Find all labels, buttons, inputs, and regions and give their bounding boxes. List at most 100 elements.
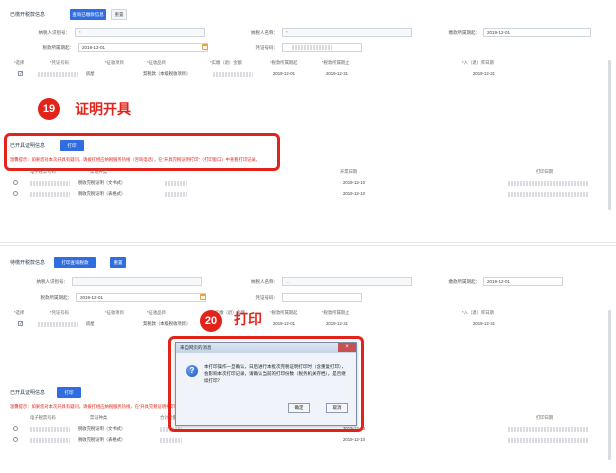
query-button[interactable]: 查询已缴款信息	[70, 9, 106, 20]
voucher-label: 凭证号码：	[255, 45, 279, 50]
payment-date-input[interactable]: 2019-12-01	[483, 277, 563, 286]
header-select: *选择	[14, 310, 25, 315]
cell-ticket-type: 税收完税证明（表格式）	[78, 437, 126, 442]
cell-issue-date: 2019-12-10	[343, 180, 365, 185]
cell-period-end: 2019-12-31	[326, 71, 348, 76]
header-print-date: 打印日期	[536, 415, 554, 420]
cell-item: 房屋	[86, 321, 95, 326]
taxpayer-id-input[interactable]	[72, 277, 202, 286]
taxpayer-name-input[interactable]: *	[282, 28, 412, 37]
payment-date-label: 缴款所属期起：	[448, 279, 481, 284]
cell-ticket-type: 税收完税证明（表格式）	[78, 191, 126, 196]
taxpayer-name-label: 纳税人名称：	[251, 279, 278, 284]
highlight-frame	[4, 133, 280, 171]
dialog-message: 本打印操作一旦确认，日后进行本批次完税证明打印时（含重复打印），会影响本次打印记…	[204, 364, 346, 383]
row-radio[interactable]	[13, 437, 18, 442]
header-select: *选择	[14, 60, 25, 65]
header-subitem: *征收品目	[147, 310, 166, 315]
cell-period-start: 2019-12-01	[273, 321, 295, 326]
print-query-button[interactable]: 打印查询税款	[54, 257, 96, 268]
cell-ticket-type: 税收完税证明（文书式）	[78, 426, 126, 431]
voucher-input[interactable]	[282, 293, 362, 302]
dialog-cancel-button[interactable]: 取消	[326, 403, 348, 413]
taxpayer-name-input[interactable]: ...	[282, 277, 412, 286]
row-checkbox[interactable]: ✓	[18, 321, 23, 327]
redacted-ticket	[30, 181, 70, 186]
redacted-print	[508, 181, 588, 186]
redacted-voucher	[38, 72, 78, 77]
period-start-label: 税款所属期起：	[42, 45, 75, 50]
redacted-print	[508, 427, 588, 432]
confirm-dialog: 来自网页的消息 × ? 本打印操作一旦确认，日后进行本批次完税证明打印时（含重复…	[175, 342, 357, 426]
cell-item: 房屋	[86, 71, 95, 76]
redacted-ticket	[30, 192, 70, 197]
redacted-print	[508, 192, 588, 197]
cell-issue-date: 2019-12-10	[343, 191, 365, 196]
step-20-caption: 打印	[234, 311, 262, 327]
scrollbar[interactable]	[608, 60, 611, 210]
table-header	[8, 58, 608, 68]
print-cert-button[interactable]: 打印	[60, 140, 84, 151]
dialog-ok-button[interactable]: 确定	[288, 403, 310, 413]
cell-issue-date: 2019-12-10	[343, 437, 365, 442]
row-radio[interactable]	[13, 426, 18, 431]
dialog-title-bar: 来自网页的消息 ×	[176, 343, 356, 353]
voucher-label: 凭证号码：	[255, 295, 279, 300]
redacted-text	[292, 45, 332, 50]
dialog-title: 来自网页的消息	[180, 345, 212, 350]
reset-button[interactable]: 重置	[110, 257, 126, 268]
period-start-input[interactable]: 2019-12-01	[78, 43, 208, 52]
header-ticket-type: 票证种类	[90, 169, 108, 174]
section-title-paid: 已缴开税款信息	[10, 12, 46, 18]
calendar-icon[interactable]	[200, 294, 206, 300]
cell-subitem: 契税款（本级税收项目）	[143, 71, 191, 76]
header-storage-date: *入（退）库日期	[462, 60, 494, 65]
step-20-badge: 20	[200, 310, 222, 332]
taxpayer-id-input[interactable]: *	[75, 28, 205, 37]
payment-date-label: 缴款所属期起：	[448, 30, 481, 35]
calendar-icon[interactable]	[202, 44, 208, 50]
header-ticket-type: 票证种类	[90, 415, 108, 420]
scrollbar[interactable]	[608, 310, 611, 460]
cell-storage-date: 2019-12-31	[473, 71, 495, 76]
redacted-ticket	[30, 438, 70, 443]
header-voucher: *凭证号码	[50, 60, 69, 65]
section-title-pending: 待缴开税款信息	[10, 260, 46, 266]
header-subitem: *征收品目	[147, 60, 166, 65]
section-title-cert: 已开具证明信息	[10, 143, 46, 149]
cell-period-end: 2019-12-31	[326, 321, 348, 326]
header-ticket-no: 电子税票号码	[30, 415, 56, 420]
cell-period-start: 2019-12-01	[273, 71, 295, 76]
row-checkbox[interactable]: ✓	[18, 71, 23, 77]
redacted-amount	[165, 192, 187, 197]
row-radio[interactable]	[13, 180, 18, 185]
payment-date-input[interactable]: 2019-12-01	[483, 28, 591, 37]
header-print-date: 打印日期	[536, 169, 554, 174]
header-period-end: *税款所属期止	[322, 60, 350, 65]
row-radio[interactable]	[13, 191, 18, 196]
print-cert-button[interactable]: 打印	[57, 387, 81, 398]
redacted-ticket	[30, 427, 70, 432]
cell-subitem: 契税款（本级税收项目）	[143, 321, 191, 326]
header-item: *征收项目	[105, 60, 124, 65]
step-19-badge: 19	[38, 98, 60, 120]
reset-button[interactable]: 重置	[111, 9, 127, 20]
dialog-close-button[interactable]: ×	[338, 343, 356, 352]
redacted-amount	[165, 181, 187, 186]
header-storage-date: *入（退）库日期	[462, 310, 494, 315]
top-panel: 已缴开税款信息 查询已缴款信息 重置 纳税人识别号： * 纳税人名称： * 缴款…	[0, 0, 616, 243]
period-start-label: 税款所属期起：	[40, 295, 73, 300]
header-period-start: *税款所属期起	[270, 60, 298, 65]
redacted-print	[508, 438, 588, 443]
period-start-input[interactable]: 2019-12-01	[76, 293, 206, 302]
step-19-caption: 证明开具	[75, 101, 131, 117]
warning-text: 温馨提示：如果您对本次开具有疑问，请拨打相应纳税服务热线（咨询电话），在“开具完…	[10, 157, 260, 162]
header-period-end: *税款所属期止	[322, 310, 350, 315]
taxpayer-id-label: 纳税人识别号：	[38, 30, 71, 35]
header-amount: *实缴（退）金额	[210, 60, 242, 65]
header-period-start: *税款所属期起	[270, 310, 298, 315]
section-title-cert: 已开具证明信息	[10, 390, 46, 396]
header-ticket-no: 电子税票号码	[30, 169, 56, 174]
header-voucher: *凭证号码	[50, 310, 69, 315]
question-icon: ?	[186, 365, 198, 377]
